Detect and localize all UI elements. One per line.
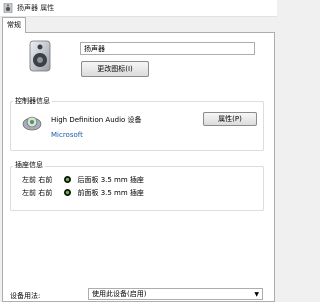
jack-info-label: 插座信息 (13, 160, 45, 170)
device-usage-select[interactable]: 使用此设备(启用) ▼ (88, 288, 263, 300)
jack-row: 左前 右前 后面板 3.5 mm 插座 (22, 175, 144, 185)
audio-controller-icon (22, 116, 42, 131)
jack-channel: 左前 右前 (22, 176, 53, 184)
properties-button[interactable]: 属性(P) (203, 112, 257, 126)
device-usage-value: 使用此设备(启用) (92, 290, 147, 298)
device-name-input[interactable]: 扬声器 (80, 42, 255, 55)
window-title: 扬声器 属性 (17, 4, 55, 12)
chevron-down-icon[interactable]: ▼ (254, 289, 259, 300)
change-icon-button[interactable]: 更改图标(I) (81, 61, 149, 77)
jack-connector-icon (64, 189, 72, 196)
tab-strip: 常规 (0, 16, 277, 33)
controller-vendor: Microsoft (51, 131, 83, 139)
jack-connector-icon (64, 176, 72, 183)
jack-channel: 左前 右前 (22, 189, 53, 197)
controller-info-label: 控制器信息 (13, 96, 52, 106)
tab-general[interactable]: 常规 (2, 17, 26, 33)
jack-row: 左前 右前 前面板 3.5 mm 插座 (22, 188, 144, 198)
title-bar: 扬声器 属性 (0, 0, 277, 17)
speaker-app-icon (3, 3, 13, 13)
jack-description: 后面板 3.5 mm 插座 (77, 176, 144, 184)
controller-name: High Definition Audio 设备 (51, 116, 142, 124)
speaker-device-icon (29, 40, 51, 72)
controller-info-group (10, 101, 264, 151)
jack-description: 前面板 3.5 mm 插座 (77, 189, 144, 197)
